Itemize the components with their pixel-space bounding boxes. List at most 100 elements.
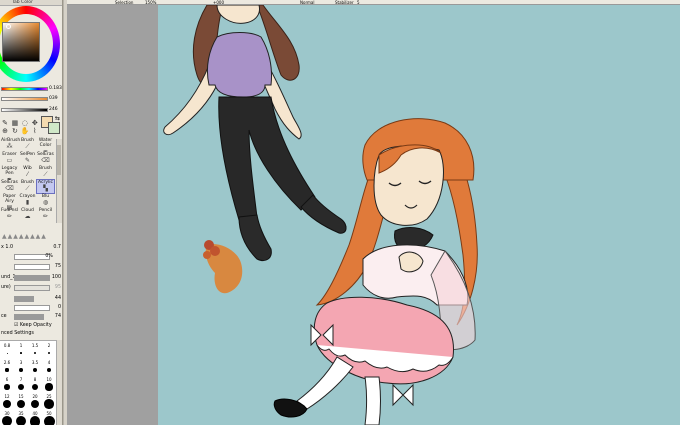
density-param[interactable]: 75	[0, 263, 62, 271]
value-slider[interactable]	[1, 108, 48, 112]
color-tab-label[interactable]: Tab Color	[12, 0, 33, 6]
size-preset-label: 2	[47, 343, 51, 348]
pen-icon[interactable]: ✎	[1, 119, 9, 127]
size-preset[interactable]: 0.8	[0, 343, 14, 357]
size-preset-label: 0.8	[3, 343, 11, 348]
cloud-icon: ☁	[24, 213, 31, 220]
brush-tool-grid: AirBrush ⁂ Brush ⟋ Water Color ≈ Eraser ▭ SelPen…	[0, 138, 56, 224]
brush-tool-label: Paper Airy	[3, 194, 16, 204]
size-preset-label: 6	[5, 377, 9, 382]
keep-opacity-checkbox[interactable]: ☑ Keep Opacity	[14, 322, 52, 330]
size-preset[interactable]: 20	[28, 394, 42, 409]
saturation-slider[interactable]	[1, 97, 48, 101]
size-dot	[44, 399, 54, 409]
brush-tool-brush[interactable]: Brush ⟋	[37, 166, 54, 179]
lasso-icon[interactable]: ◌	[21, 119, 29, 127]
brush-tool-pencil[interactable]: Pencil ✏	[37, 208, 54, 221]
size-dot	[20, 352, 22, 354]
blending-bar[interactable]	[14, 275, 50, 281]
brush-tool-brush[interactable]: Brush ⟋	[19, 180, 36, 193]
brush-tool-fudpnsl[interactable]: FudPnsl ✏	[1, 208, 18, 221]
brush-tool-wib[interactable]: Wib ⁄	[19, 166, 36, 179]
param-2-bar[interactable]	[14, 305, 50, 311]
texture-bar[interactable]	[14, 285, 50, 291]
size-preset[interactable]: 3	[14, 360, 28, 374]
color-picker-marker[interactable]	[6, 24, 11, 29]
pencil-icon: ✏	[42, 213, 49, 220]
figure1-left-boot	[238, 214, 272, 262]
size-preset-label: 4	[47, 360, 51, 365]
rotate-icon[interactable]: ↻	[11, 127, 19, 135]
size-presets-scrollbar[interactable]	[56, 340, 62, 425]
min-size-param[interactable]: 0%	[0, 253, 62, 261]
persistence-bar[interactable]	[14, 314, 44, 320]
brush-icon: ⟋	[25, 143, 30, 150]
param-2[interactable]: 0	[0, 304, 62, 312]
brush-tool-crayon[interactable]: Crayon ▮	[19, 194, 36, 207]
brush-tool-airbrush[interactable]: AirBrush ⁂	[1, 138, 20, 151]
size-preset[interactable]: 4	[42, 360, 56, 374]
brush-tool-cloud[interactable]: Cloud ☁	[19, 208, 36, 221]
size-preset[interactable]: 30	[0, 411, 14, 425]
size-preset[interactable]: 10	[42, 377, 56, 391]
size-preset[interactable]: 1	[14, 343, 28, 357]
blending-param[interactable]: und_1 100	[0, 274, 62, 282]
acrylic-icon: ▚	[43, 185, 48, 192]
keep-opacity-label: Keep Opacity	[19, 323, 52, 328]
color-tabs[interactable]: Tab Color	[0, 0, 62, 6]
brush-tool-acrylic[interactable]: Acrylic ▚	[36, 179, 55, 194]
blending-value: 100	[51, 275, 61, 280]
size-dot	[15, 416, 27, 425]
size-preset[interactable]: 2.6	[0, 360, 14, 374]
size-preset[interactable]: 15	[14, 394, 28, 409]
size-preset[interactable]: 3.5	[28, 360, 42, 374]
brush-tool-eraser[interactable]: Eraser ▭	[1, 152, 18, 165]
param-1-bar[interactable]	[14, 296, 34, 302]
brush-tool-paper-airy[interactable]: Paper Airy ▤	[1, 194, 18, 211]
persistence-param[interactable]: ce 74	[0, 313, 62, 321]
brush-tool-legacy-pen[interactable]: Legacy Pen ✒	[1, 166, 18, 183]
brush-tool-seleras[interactable]: SelEras ⌫	[1, 180, 18, 193]
size-multiplier[interactable]: x 1.0	[1, 244, 13, 252]
secondary-color-swatch[interactable]	[48, 122, 60, 134]
texture-param[interactable]: ure) 95	[0, 284, 62, 292]
advanced-settings-label[interactable]: nced Settings	[1, 330, 34, 338]
brush-tool-water-color[interactable]: Water Color ≈	[37, 138, 54, 155]
eyedropper-icon[interactable]: ⌇	[31, 127, 39, 135]
hue-slider[interactable]	[1, 87, 48, 91]
hand-icon[interactable]: ✋	[21, 127, 30, 135]
zoom-icon[interactable]: ⊕	[1, 127, 9, 135]
transparent-color-icon[interactable]: ▦	[11, 119, 19, 127]
size-preset[interactable]: 40	[28, 411, 42, 425]
size-preset[interactable]: 8	[28, 377, 42, 391]
seleras-icon: ⌫	[41, 157, 50, 164]
brush-icon: ⟋	[43, 171, 48, 178]
figure1-face	[216, 5, 260, 24]
brush-shape-row[interactable]: ▲▲▲▲▲▲▲▲	[2, 233, 60, 240]
param-1[interactable]: 44	[0, 295, 62, 303]
size-preset[interactable]: 7	[14, 377, 28, 391]
keep-opacity-row[interactable]: ☑ Keep Opacity	[0, 322, 62, 330]
size-dot	[43, 416, 55, 425]
move-icon[interactable]: ✥	[31, 119, 39, 127]
size-param[interactable]: x 1.0 0.7	[0, 244, 62, 252]
brush-tool-selpen[interactable]: SelPen ✎	[19, 152, 36, 165]
size-preset[interactable]: 25	[42, 394, 56, 409]
swap-colors-icon[interactable]: ⇆	[55, 115, 60, 122]
size-preset-label: 10	[46, 377, 52, 382]
size-preset[interactable]: 2	[42, 343, 56, 357]
size-preset[interactable]: 12	[0, 394, 14, 408]
size-preset[interactable]: 50	[42, 411, 56, 425]
size-preset[interactable]: 6	[0, 377, 14, 391]
advanced-settings-row[interactable]: nced Settings	[0, 330, 62, 338]
brush-tool-brush[interactable]: Brush ⟋	[19, 138, 36, 151]
size-preset[interactable]: 35	[14, 411, 28, 425]
brush-grid-scroll-thumb[interactable]	[57, 145, 61, 175]
size-dot	[3, 400, 11, 408]
brush-tool-blu[interactable]: Blu ◍	[37, 194, 54, 207]
brush-tool-seleras[interactable]: SelEras ⌫	[37, 152, 54, 165]
crayon-icon: ▮	[25, 199, 30, 206]
selpen-icon: ✎	[24, 157, 31, 164]
density-bar[interactable]	[14, 264, 50, 270]
size-preset[interactable]: 1.5	[28, 343, 42, 357]
